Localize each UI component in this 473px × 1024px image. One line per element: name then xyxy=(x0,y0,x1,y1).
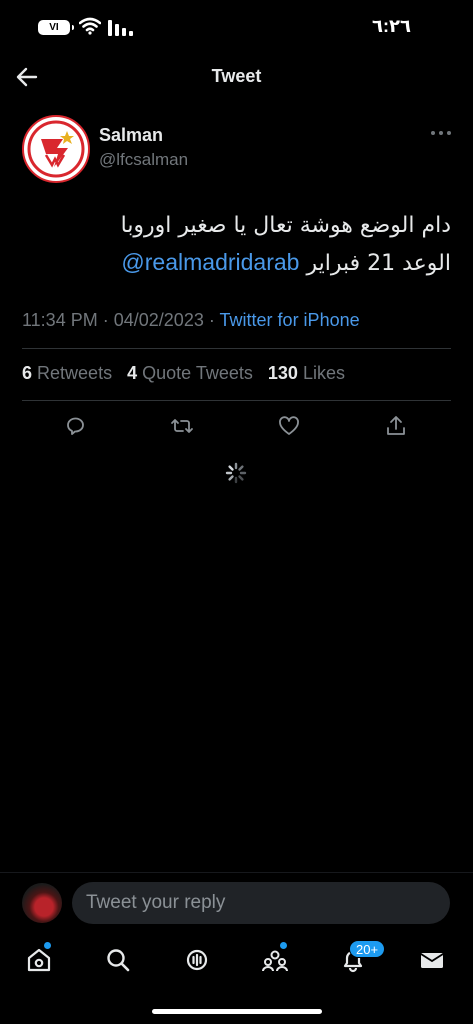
battery-icon: VI xyxy=(38,20,74,35)
reply-bar: Tweet your reply xyxy=(0,872,473,934)
tweet-text-line-1: دام الوضع هوشة تعال يا صغير اوروبا xyxy=(120,213,451,238)
cell-signal-icon xyxy=(108,20,133,36)
page-title: Tweet xyxy=(211,66,262,86)
tweet-stats: 6 Retweets 4 Quote Tweets 130 Likes xyxy=(22,363,355,384)
tweet-text-line-2-text: الوعد 21 فبراير xyxy=(306,251,451,276)
messages-envelope-icon[interactable] xyxy=(418,946,446,974)
retweets-label: Retweets xyxy=(37,363,113,383)
notifications-badge: 20+ xyxy=(349,940,386,958)
divider xyxy=(22,400,451,401)
reply-icon[interactable] xyxy=(63,414,87,438)
author-avatar[interactable] xyxy=(22,115,90,183)
tweet-meta: 11:34 PM · 04/02/2023 · Twitter for iPho… xyxy=(22,310,360,331)
club-logo-icon xyxy=(27,120,85,178)
spaces-icon[interactable] xyxy=(183,946,211,974)
retweets-stat[interactable]: 6 Retweets xyxy=(22,363,122,383)
quotes-stat[interactable]: 4 Quote Tweets xyxy=(127,363,263,383)
clock: ٦:٢٦ xyxy=(372,16,411,36)
share-icon[interactable] xyxy=(384,414,408,438)
home-unread-dot xyxy=(44,942,51,949)
likes-stat[interactable]: 130 Likes xyxy=(268,363,355,383)
author-handle[interactable]: @lfcsalman xyxy=(99,150,188,170)
quotes-label: Quote Tweets xyxy=(142,363,253,383)
like-heart-icon[interactable] xyxy=(277,414,301,438)
tweet-time: 11:34 PM xyxy=(22,310,98,330)
top-header: Tweet xyxy=(0,52,473,102)
loading-spinner-icon xyxy=(225,462,247,484)
divider xyxy=(22,348,451,349)
quotes-count: 4 xyxy=(127,363,138,383)
likes-count: 130 xyxy=(267,363,298,383)
meta-separator: · xyxy=(102,310,109,330)
bottom-nav: 20+ xyxy=(0,934,473,994)
wifi-icon xyxy=(79,17,101,35)
search-icon[interactable] xyxy=(104,946,132,974)
status-bar: VI ٦:٢٦ xyxy=(0,0,473,52)
more-options-icon[interactable] xyxy=(430,126,452,140)
communities-icon[interactable] xyxy=(261,946,289,974)
retweet-icon[interactable] xyxy=(170,414,194,438)
reply-input[interactable]: Tweet your reply xyxy=(72,882,450,924)
retweets-count: 6 xyxy=(22,363,33,383)
author-display-name[interactable]: Salman xyxy=(99,125,163,146)
likes-label: Likes xyxy=(302,363,345,383)
mention-link[interactable]: @realmadridarab xyxy=(121,249,299,275)
meta-separator-2: · xyxy=(208,310,215,330)
tweet-text-line-2: الوعد 21 فبراير @realmadridarab xyxy=(21,244,451,282)
tweet-text: دام الوضع هوشة تعال يا صغير اوروبا الوعد… xyxy=(21,208,451,282)
home-icon[interactable] xyxy=(25,946,53,974)
tweet-date: 04/02/2023 xyxy=(113,310,204,330)
my-avatar[interactable] xyxy=(22,883,62,923)
communities-unread-dot xyxy=(280,942,287,949)
home-indicator xyxy=(152,1009,322,1014)
tweet-source-link[interactable]: Twitter for iPhone xyxy=(220,310,360,330)
